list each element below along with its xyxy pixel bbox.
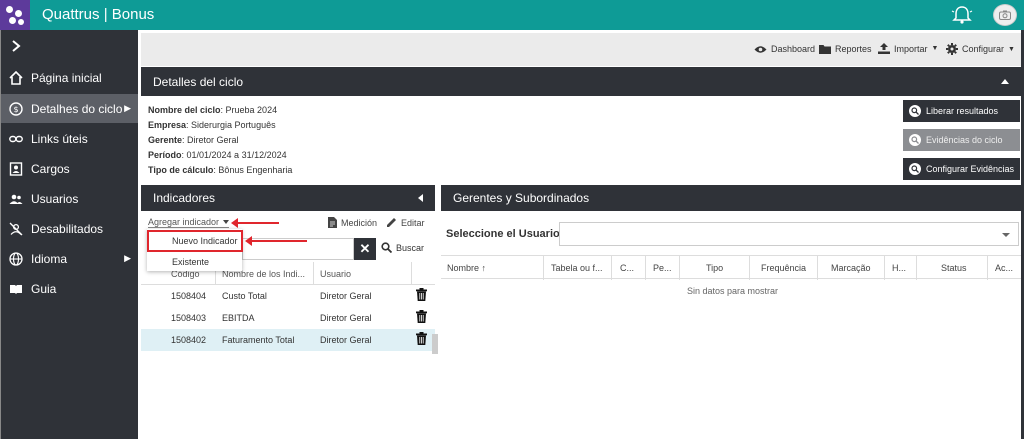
sidebar-item-guia[interactable]: Guia (1, 274, 139, 303)
column-header-c[interactable]: C... (620, 263, 634, 273)
home-icon (9, 70, 23, 85)
buscar-button[interactable]: Buscar (381, 242, 424, 253)
editar-button[interactable]: Editar (386, 217, 425, 228)
column-separator (313, 262, 314, 284)
app-logo[interactable] (0, 0, 30, 30)
indicators-header[interactable]: Indicadores (141, 185, 435, 211)
bell-icon[interactable] (951, 5, 973, 28)
badge-icon (9, 161, 23, 176)
search-icon (909, 105, 921, 117)
caret-down-icon: ▼ (931, 45, 939, 52)
table-row[interactable]: 1508403 EBITDA Diretor Geral (141, 307, 435, 329)
detail-company: Empresa: Siderurgia Português (148, 120, 276, 130)
trash-icon[interactable] (416, 288, 427, 304)
pencil-icon (387, 218, 396, 227)
search-icon (381, 242, 392, 253)
user-select[interactable] (559, 222, 1019, 246)
collapse-left-icon[interactable] (418, 194, 423, 202)
panel-resize-handle[interactable] (432, 334, 438, 354)
sidebar-item-usuarios[interactable]: Usuarios (1, 184, 139, 213)
document-icon (328, 217, 337, 228)
detail-calc-type: Tipo de cálculo: Bônus Engenharia (148, 165, 293, 175)
link-icon (9, 132, 23, 146)
eye-icon (754, 45, 767, 53)
caret-right-icon: ▶ (124, 103, 131, 113)
column-header-nombre[interactable]: Nombre ↑ (447, 263, 486, 273)
sidebar-item-label: Detalhes do ciclo (31, 101, 123, 116)
menu-item-existente[interactable]: Existente (147, 252, 242, 272)
globe-icon (9, 251, 23, 266)
select-user-label: Seleccione el Usuario (446, 228, 560, 240)
sidebar-item-label: Usuarios (31, 191, 79, 206)
camera-icon[interactable] (993, 4, 1017, 26)
trash-icon[interactable] (416, 310, 427, 326)
importar-dropdown[interactable]: Importar ▼ (878, 43, 938, 54)
medicion-button[interactable]: Medición (328, 217, 377, 228)
configurar-evidencias-button[interactable]: Configurar Evidências (903, 158, 1020, 180)
sidebar-item-desabilitados[interactable]: Desabilitados (1, 214, 139, 243)
sidebar-item-home[interactable]: Página inicial (1, 63, 139, 92)
sidebar-item-label: Idioma (31, 251, 68, 266)
column-header-pe[interactable]: Pe... (653, 263, 672, 273)
sidebar-item-label: Desabilitados (31, 221, 104, 236)
caret-down-icon: ▼ (1008, 45, 1015, 53)
sidebar-item-cargos[interactable]: Cargos (1, 154, 139, 183)
sidebar: Página inicial $ Detalhes do ciclo ▶ Lin… (0, 30, 139, 439)
chevron-down-icon (1002, 233, 1010, 237)
sidebar-item-label: Guia (31, 281, 57, 296)
table-row-selected[interactable]: 1508402 Faturamento Total Diretor Geral (141, 329, 435, 351)
evidencias-ciclo-button[interactable]: Evidências do ciclo (903, 129, 1020, 151)
annotation-arrow (245, 236, 307, 246)
caret-down-icon (223, 220, 230, 224)
column-header-user[interactable]: Usuario (320, 269, 351, 279)
details-header[interactable]: Detalles del ciclo (141, 67, 1021, 96)
add-indicator-dropdown[interactable]: Agregar indicador (148, 217, 230, 228)
reportes-button[interactable]: Reportes (819, 44, 872, 54)
detail-period: Período: 01/01/2024 a 31/12/2024 (148, 150, 287, 160)
annotation-highlight (147, 230, 243, 252)
empty-message: Sin datos para mostrar (687, 286, 779, 296)
folder-icon (819, 44, 831, 54)
users-icon (9, 192, 23, 206)
detail-cycle-name: Nombre del ciclo: Prueba 2024 (148, 105, 278, 115)
chevron-right-icon[interactable] (11, 40, 21, 55)
caret-right-icon: ▶ (124, 253, 131, 263)
sort-asc-icon: ↑ (481, 263, 487, 273)
detail-manager: Gerente: Diretor Geral (148, 135, 239, 145)
svg-text:$: $ (13, 105, 18, 114)
gear-icon (946, 43, 958, 55)
sidebar-item-label: Links úteis (31, 131, 88, 146)
column-header-ac[interactable]: Ac... (995, 263, 1013, 273)
user-off-icon (9, 222, 23, 236)
table-row[interactable]: 1508404 Custo Total Diretor Geral (141, 285, 435, 307)
column-header-tipo[interactable]: Tipo (706, 263, 723, 273)
sidebar-item-links[interactable]: Links úteis (1, 124, 139, 153)
column-header-h[interactable]: H... (892, 263, 906, 273)
sidebar-item-cycle-details[interactable]: $ Detalhes do ciclo ▶ (1, 94, 139, 123)
column-header-tabela[interactable]: Tabela ou f... (551, 263, 603, 273)
upload-icon (878, 43, 890, 54)
collapse-icon[interactable] (1001, 79, 1009, 84)
managers-header: Gerentes y Subordinados (441, 185, 1021, 211)
app-title: Quattrus | Bonus (42, 6, 155, 23)
search-icon (909, 163, 921, 175)
sidebar-item-idioma[interactable]: Idioma ▶ (1, 244, 139, 273)
search-icon (909, 134, 921, 146)
column-separator (411, 262, 412, 284)
column-header-marcacao[interactable]: Marcação (831, 263, 871, 273)
column-header-status[interactable]: Status (941, 263, 967, 273)
configurar-dropdown[interactable]: Configurar ▼ (946, 43, 1015, 55)
liberar-resultados-button[interactable]: Liberar resultados (903, 100, 1020, 122)
column-header-frequencia[interactable]: Frequência (761, 263, 806, 273)
annotation-arrow (231, 218, 279, 228)
managers-grid-header: Nombre ↑ Tabela ou f... C... Pe... Tipo … (441, 255, 1021, 280)
dashboard-button[interactable]: Dashboard (754, 44, 815, 54)
cycle-icon: $ (9, 101, 23, 116)
sidebar-item-label: Cargos (31, 161, 70, 176)
trash-icon[interactable] (416, 332, 427, 348)
book-icon (9, 282, 23, 296)
clear-icon[interactable]: ✕ (354, 238, 376, 260)
sidebar-item-label: Página inicial (31, 70, 102, 85)
